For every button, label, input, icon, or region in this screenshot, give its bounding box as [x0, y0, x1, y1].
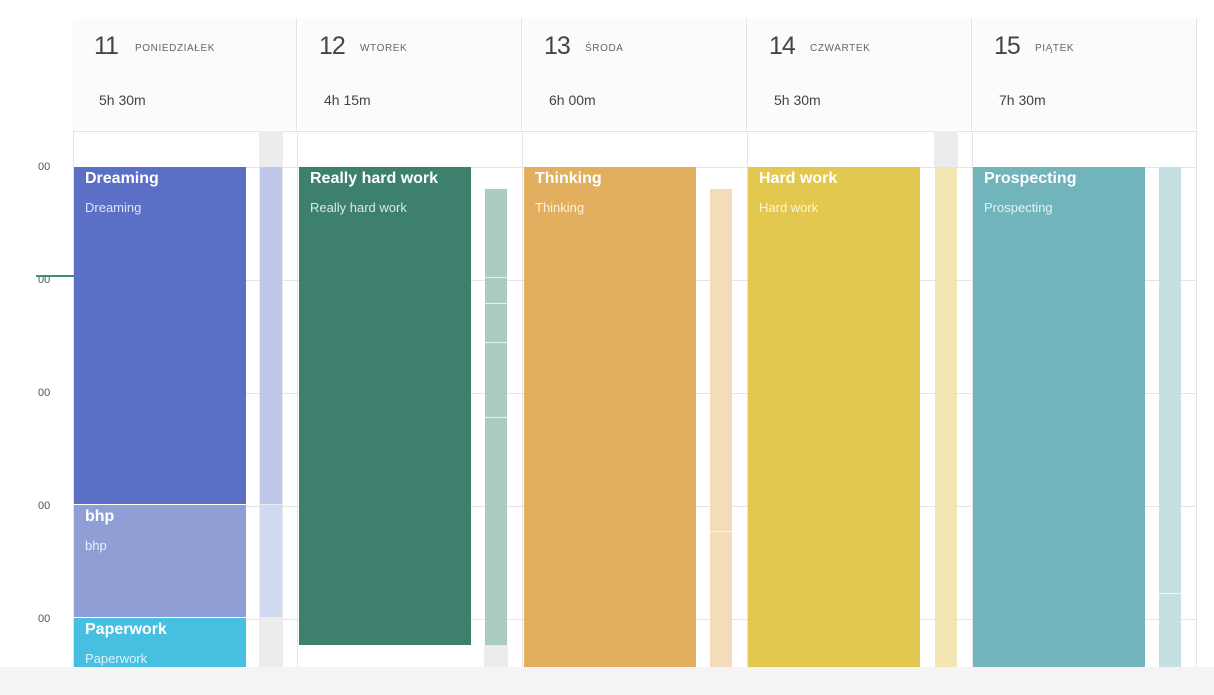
time-entry-paperwork[interactable]: Paperwork Paperwork: [74, 618, 246, 667]
time-label: 00: [38, 161, 51, 173]
day-name: WTOREK: [360, 43, 408, 54]
day-number: 11: [94, 32, 119, 60]
grid-column-line: [522, 131, 523, 667]
time-label: 00: [38, 500, 51, 512]
bar-divider: [485, 342, 507, 343]
day-header-monday[interactable]: 11 PONIEDZIAŁEK 5h 30m: [73, 18, 297, 130]
grid-column-line: [1196, 131, 1197, 667]
time-entry-hard-work[interactable]: Hard work Hard work: [748, 167, 920, 667]
grid-line: [73, 131, 1197, 132]
entry-title: bhp: [85, 508, 115, 525]
day-name: PIĄTEK: [1035, 43, 1075, 54]
entry-side-bar[interactable]: [485, 189, 507, 645]
entry-side-bar[interactable]: [260, 167, 282, 504]
time-entry-prospecting[interactable]: Prospecting Prospecting: [973, 167, 1145, 667]
day-name: PONIEDZIAŁEK: [135, 43, 215, 54]
entry-title: Really hard work: [310, 170, 439, 187]
day-name: CZWARTEK: [810, 43, 871, 54]
entry-subtitle: Thinking: [535, 200, 585, 215]
time-entry-bhp[interactable]: bhp bhp: [74, 505, 246, 617]
bar-divider: [485, 277, 507, 278]
slot-strip: [934, 131, 958, 167]
bar-divider: [485, 303, 507, 304]
entry-side-bar[interactable]: [935, 167, 957, 667]
day-header-friday[interactable]: 15 PIĄTEK 7h 30m: [973, 18, 1197, 130]
entry-title: Paperwork: [85, 621, 167, 638]
entry-side-bar[interactable]: [710, 189, 732, 667]
entry-subtitle: Dreaming: [85, 200, 142, 215]
day-total-duration: 6h 00m: [549, 92, 596, 108]
current-time-indicator: [36, 275, 74, 277]
day-number: 15: [994, 32, 1021, 60]
entry-subtitle: bhp: [85, 538, 107, 553]
day-header-tuesday[interactable]: 12 WTOREK 4h 15m: [298, 18, 522, 130]
day-total-duration: 7h 30m: [999, 92, 1046, 108]
entry-subtitle: Paperwork: [85, 651, 148, 666]
bar-divider: [485, 417, 507, 418]
entry-subtitle: Really hard work: [310, 200, 407, 215]
time-entry-really-hard-work[interactable]: Really hard work Really hard work: [299, 167, 471, 645]
entry-subtitle: Prospecting: [984, 200, 1053, 215]
entry-title: Hard work: [759, 170, 838, 187]
day-number: 13: [544, 32, 571, 60]
entry-side-bar[interactable]: [260, 505, 282, 617]
day-number: 12: [319, 32, 346, 60]
time-entry-thinking[interactable]: Thinking Thinking: [524, 167, 696, 667]
slot-strip: [484, 645, 508, 667]
calendar-week-view: 11 PONIEDZIAŁEK 5h 30m 12 WTOREK 4h 15m …: [0, 0, 1214, 695]
time-entry-dreaming[interactable]: Dreaming Dreaming: [74, 167, 246, 504]
grid-column-line: [297, 131, 298, 667]
day-number: 14: [769, 32, 796, 60]
entry-subtitle: Hard work: [759, 200, 819, 215]
bar-divider: [1159, 593, 1181, 594]
time-label: 00: [38, 613, 51, 625]
time-label: 00: [38, 387, 51, 399]
entry-title: Thinking: [535, 170, 602, 187]
day-total-duration: 5h 30m: [99, 92, 146, 108]
bar-divider: [710, 531, 732, 532]
day-name: ŚRODA: [585, 43, 624, 54]
day-total-duration: 5h 30m: [774, 92, 821, 108]
entry-side-bar[interactable]: [1159, 167, 1181, 667]
entry-title: Dreaming: [85, 170, 159, 187]
day-total-duration: 4h 15m: [324, 92, 371, 108]
day-header-wednesday[interactable]: 13 ŚRODA 6h 00m: [523, 18, 747, 130]
day-header-thursday[interactable]: 14 CZWARTEK 5h 30m: [748, 18, 972, 130]
entry-title: Prospecting: [984, 170, 1077, 187]
